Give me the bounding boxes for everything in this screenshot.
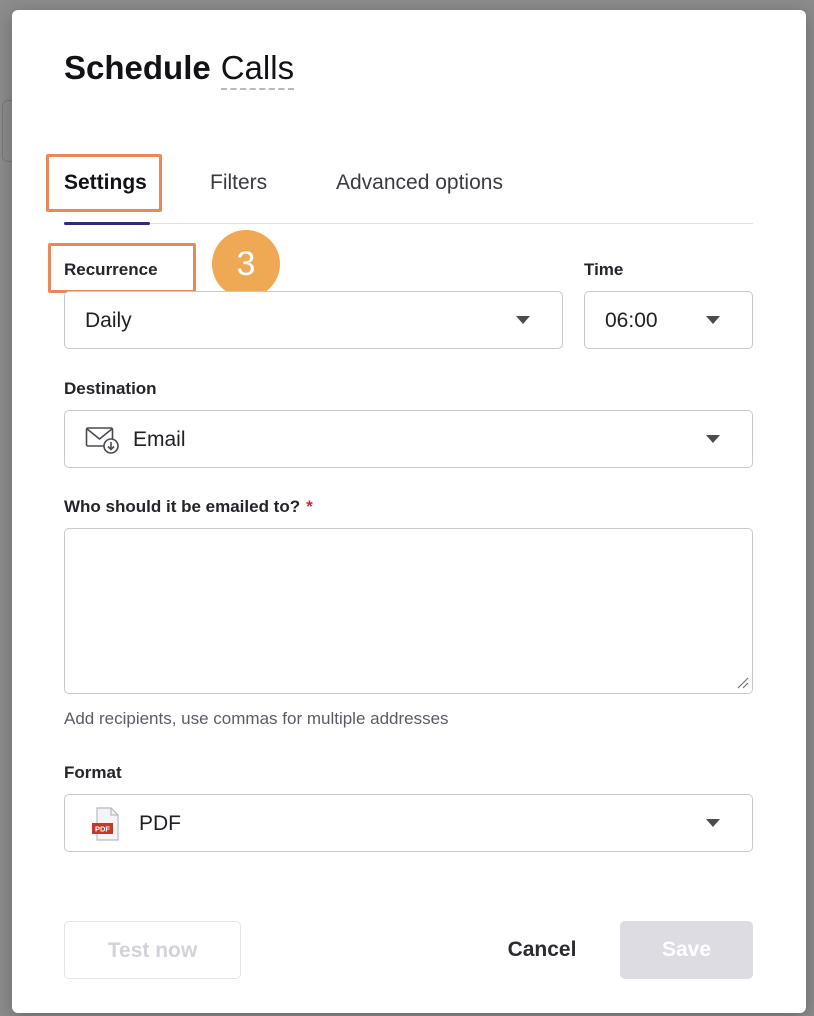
dialog-title-label: Schedule [64,49,211,86]
required-mark: * [306,497,313,516]
recipients-textarea[interactable] [64,528,753,694]
format-value: PDF [139,812,181,835]
recurrence-label: Recurrence [64,260,158,279]
recipients-label: Who should it be emailed to? * [64,497,313,517]
email-icon [85,425,121,455]
format-select[interactable]: PDF PDF [64,794,753,852]
chevron-down-icon [706,819,720,827]
save-button[interactable]: Save [620,921,753,979]
pdf-file-icon: PDF [91,807,121,841]
pdf-icon-text: PDF [95,825,110,834]
cancel-button[interactable]: Cancel [482,921,602,979]
time-value: 06:00 [605,309,658,332]
test-now-button[interactable]: Test now [64,921,241,979]
background-fragment [0,70,12,90]
recurrence-select[interactable]: Daily [64,291,563,349]
tab-settings[interactable]: Settings [64,160,150,225]
step-number-badge: 3 [212,230,280,298]
chevron-down-icon [516,316,530,324]
destination-label: Destination [64,379,157,398]
background-fragment [2,100,12,162]
recipients-helper-text: Add recipients, use commas for multiple … [64,709,449,728]
schedule-dialog: Schedule Calls Settings Filters Advanced … [12,10,806,1013]
schedule-name-editable[interactable]: Calls [220,49,295,90]
tab-filters[interactable]: Filters [210,160,267,224]
recurrence-value: Daily [85,309,132,332]
resize-handle-icon[interactable] [734,674,750,690]
time-label: Time [584,260,624,279]
time-select[interactable]: 06:00 [584,291,753,349]
tab-bar: Settings Filters Advanced options [64,160,753,225]
destination-select[interactable]: Email [64,410,753,468]
chevron-down-icon [706,316,720,324]
format-label: Format [64,763,122,782]
recipients-label-text: Who should it be emailed to? [64,497,301,516]
dialog-title: Schedule Calls [64,48,295,90]
tab-advanced-options[interactable]: Advanced options [336,160,503,224]
chevron-down-icon [706,435,720,443]
destination-value: Email [133,428,186,451]
